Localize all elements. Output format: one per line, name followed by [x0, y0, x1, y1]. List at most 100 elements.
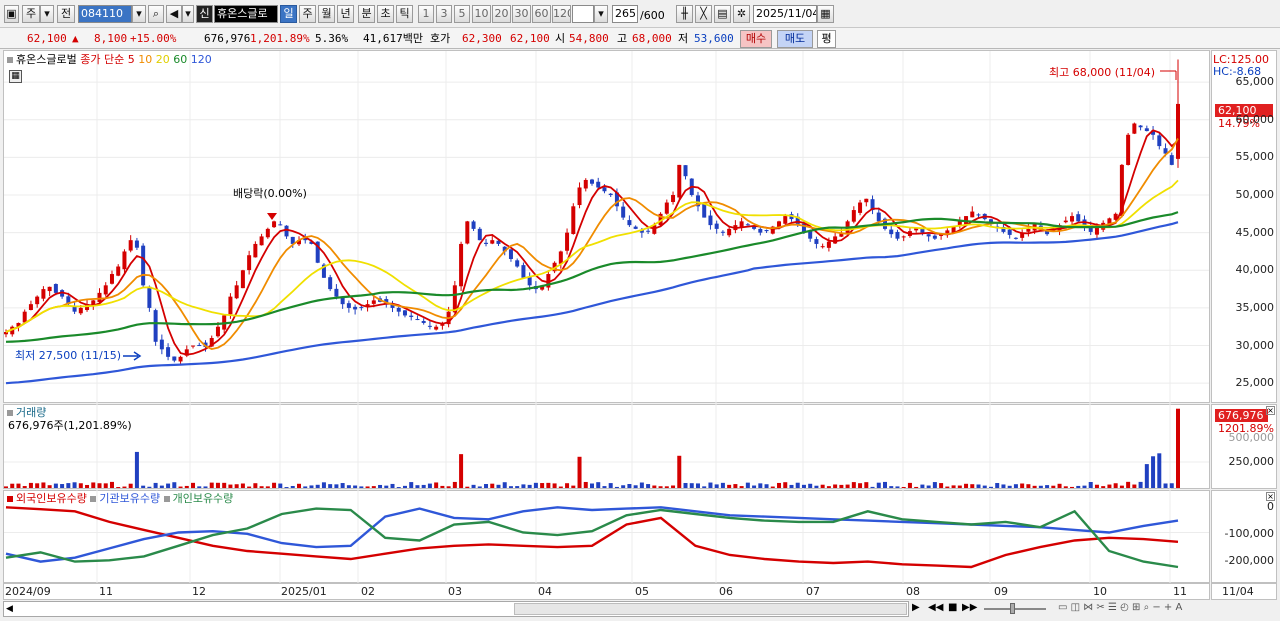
chart-canvas[interactable] — [0, 0, 1280, 621]
candle-body — [596, 181, 601, 188]
toolbar-icons[interactable]: ▭ ◫ ⋈ ✂ ☰ ◴ ⊞ ⌕ − + A — [1058, 602, 1182, 613]
volume-bar — [901, 486, 906, 488]
volume-bar — [247, 486, 252, 488]
volume-bar — [72, 482, 77, 488]
candle-body — [758, 228, 763, 233]
vol-tick-500k: 500,000 — [1228, 431, 1275, 444]
volume-bar — [671, 485, 676, 488]
candle-body — [97, 292, 102, 302]
candle-body — [677, 164, 682, 198]
series-retail: 개인보유수량 — [172, 492, 234, 505]
volume-bar — [35, 483, 40, 488]
zoom-slider[interactable] — [984, 608, 1046, 610]
candle-body — [465, 221, 470, 244]
volume-bar — [1138, 481, 1143, 488]
x-label: 02 — [361, 585, 375, 598]
series-foreign: 외국인보유수량 — [16, 492, 87, 505]
scroll-left-icon[interactable]: ◀ — [6, 604, 13, 614]
next-icon[interactable]: ▶ — [912, 602, 920, 613]
candle-body — [122, 251, 127, 270]
volume-bar — [926, 485, 931, 488]
volume-bar — [646, 484, 651, 488]
play-forward-icon[interactable]: ▶▶ — [962, 602, 977, 613]
x-current: 11/04 — [1222, 585, 1254, 598]
volume-bar — [85, 484, 90, 488]
volume-bar — [471, 484, 476, 488]
volume-bar — [197, 486, 202, 488]
x-label: 03 — [448, 585, 462, 598]
candle-body — [328, 277, 333, 290]
candle-body — [1013, 237, 1018, 239]
volume-bar — [16, 483, 21, 488]
volume-bar — [683, 482, 688, 488]
close-icon[interactable]: × — [1266, 406, 1275, 415]
candle-body — [459, 243, 464, 287]
volume-bar — [1063, 486, 1068, 488]
volume-bar — [178, 486, 183, 488]
volume-bar — [590, 483, 594, 488]
candle-body — [889, 229, 894, 235]
zoom-slider-thumb[interactable] — [1010, 603, 1015, 614]
horizontal-scrollbar[interactable]: ◀ — [3, 601, 909, 617]
volume-bar — [328, 484, 333, 488]
volume-bar — [234, 484, 239, 488]
candle-body — [720, 231, 725, 233]
candle-body — [191, 345, 196, 347]
stop-icon[interactable]: ■ — [948, 602, 957, 613]
candle-body — [1176, 103, 1180, 159]
volume-bar — [727, 484, 732, 488]
candle-body — [571, 206, 576, 234]
candle-body — [590, 179, 594, 184]
candle-body — [272, 221, 277, 228]
candle-body — [826, 241, 831, 248]
panel-marker-icon — [7, 57, 13, 63]
candle-body — [976, 214, 981, 216]
x-label: 06 — [719, 585, 733, 598]
candle-body — [664, 202, 669, 214]
volume-bar — [378, 484, 383, 488]
candle-body — [521, 265, 526, 278]
candle-body — [265, 228, 270, 238]
volume-bar — [995, 483, 1000, 488]
volume-bar — [477, 486, 482, 488]
volume-bar — [664, 486, 669, 488]
volume-bar — [1038, 485, 1043, 488]
volume-bar — [957, 485, 962, 488]
candle-body — [945, 230, 950, 234]
scrollbar-thumb[interactable] — [514, 603, 907, 615]
volume-bar — [695, 483, 700, 488]
candle-body — [814, 239, 819, 244]
volume-bar — [434, 482, 439, 488]
candle-body — [421, 321, 426, 323]
candle-body — [178, 356, 183, 362]
candle-body — [1007, 229, 1012, 235]
volume-bar — [284, 487, 289, 488]
volume-bar — [914, 486, 919, 488]
volume-bar — [677, 455, 682, 488]
candle-body — [851, 210, 856, 222]
volume-bar — [415, 485, 420, 488]
volume-bar — [639, 482, 644, 488]
volume-bar — [1007, 485, 1012, 488]
volume-bar — [1113, 483, 1118, 488]
ma-20: 20 — [155, 53, 170, 66]
volume-bar — [1032, 485, 1037, 488]
volume-bar — [203, 486, 208, 488]
candle-body — [515, 260, 520, 267]
x-label: 09 — [994, 585, 1008, 598]
x-axis — [3, 583, 1210, 600]
volume-bar — [496, 484, 501, 488]
volume-bar — [315, 484, 320, 488]
volume-bar — [365, 486, 370, 488]
volume-bar — [334, 484, 339, 488]
volume-bar — [191, 482, 196, 488]
candle-body — [22, 311, 27, 323]
candle-body — [1026, 228, 1031, 232]
volume-bar — [540, 483, 545, 488]
volume-bar — [658, 486, 663, 488]
volume-bar — [452, 481, 457, 488]
table-icon[interactable]: ▦ — [9, 70, 22, 83]
rewind-icon[interactable]: ◀◀ — [928, 602, 943, 613]
candle-body — [745, 224, 750, 226]
volume-bar — [66, 483, 71, 488]
